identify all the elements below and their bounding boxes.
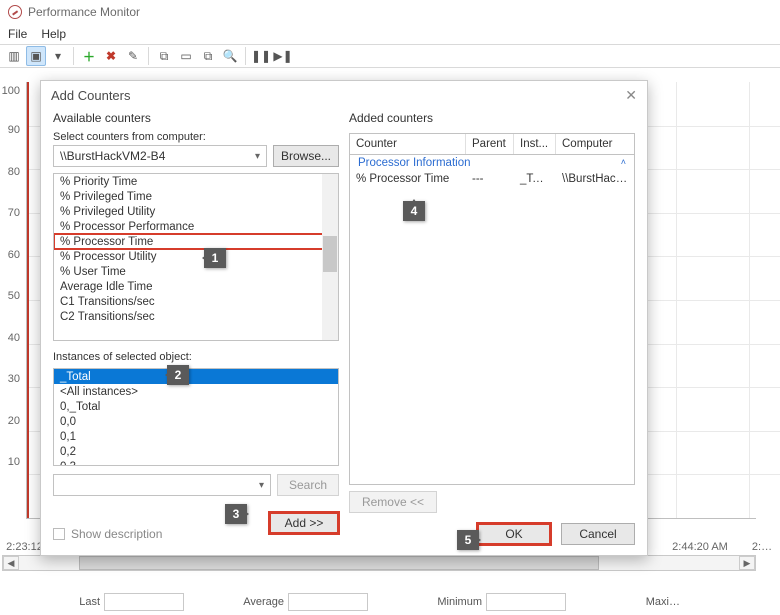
counter-item[interactable]: % User Time xyxy=(54,264,338,279)
search-button[interactable]: Search xyxy=(277,474,339,496)
col-computer[interactable]: Computer xyxy=(556,134,634,154)
instances-listbox[interactable]: _Total <All instances> 0,_Total 0,0 0,1 … xyxy=(53,368,339,466)
callout-2: 2 xyxy=(167,365,189,385)
step-icon[interactable]: ▶❚ xyxy=(273,46,293,66)
counter-item[interactable]: % Processor Utility xyxy=(54,249,338,264)
app-icon xyxy=(8,5,22,19)
tool-view-icon[interactable]: ▥ xyxy=(4,46,24,66)
copy-icon[interactable]: ⧉ xyxy=(154,46,174,66)
paste-icon[interactable]: ▭ xyxy=(176,46,196,66)
added-list[interactable]: Processor Information˄ % Processor Time … xyxy=(349,154,635,485)
instance-item-selected[interactable]: _Total xyxy=(54,369,338,384)
browse-button[interactable]: Browse... xyxy=(273,145,339,167)
counter-item[interactable]: % Priority Time xyxy=(54,174,338,189)
dialog-footer: Show description OK Cancel xyxy=(53,523,635,545)
col-counter[interactable]: Counter xyxy=(350,134,466,154)
computer-combo[interactable]: \\BurstHackVM2-B4 xyxy=(53,145,267,167)
scroll-left-icon[interactable]: ◀ xyxy=(3,556,19,570)
instance-item[interactable]: <All instances> xyxy=(54,384,338,399)
added-label: Added counters xyxy=(349,111,635,125)
highlight-icon[interactable]: ✎ xyxy=(123,46,143,66)
x-tick-mid: 2:44:20 AM xyxy=(672,541,728,553)
added-pane: Added counters Counter Parent Inst... Co… xyxy=(349,109,635,534)
delete-counter-icon[interactable]: ✖ xyxy=(101,46,121,66)
pause-icon[interactable]: ❚❚ xyxy=(251,46,271,66)
instance-item[interactable]: 0,2 xyxy=(54,444,338,459)
counter-item[interactable]: % Privileged Utility xyxy=(54,204,338,219)
checkbox-icon[interactable] xyxy=(53,528,65,540)
counter-group[interactable]: Processor Information˄ xyxy=(350,155,634,171)
show-description-checkbox[interactable]: Show description xyxy=(53,527,162,541)
counters-scrollbar[interactable] xyxy=(322,174,338,340)
counter-item[interactable]: % Privileged Time xyxy=(54,189,338,204)
menu-help[interactable]: Help xyxy=(41,27,66,41)
counters-listbox[interactable]: % Priority Time % Privileged Time % Priv… xyxy=(53,173,339,341)
callout-3: 3 xyxy=(225,504,247,524)
added-columns: Counter Parent Inst... Computer xyxy=(349,133,635,154)
zoom-icon[interactable]: 🔍 xyxy=(220,46,240,66)
select-from-label: Select counters from computer: xyxy=(53,131,339,143)
available-label: Available counters xyxy=(53,111,339,125)
dialog-title: Add Counters xyxy=(51,88,131,103)
instance-item[interactable]: 0,0 xyxy=(54,414,338,429)
titlebar: Performance Monitor xyxy=(0,0,780,24)
callout-4: 4 xyxy=(403,201,425,221)
remove-button[interactable]: Remove << xyxy=(349,491,437,513)
dialog-titlebar: Add Counters ✕ xyxy=(41,81,647,109)
callout-1: 1 xyxy=(204,248,226,268)
instance-item[interactable]: 0,3 xyxy=(54,459,338,466)
tool-dropdown-icon[interactable]: ▾ xyxy=(48,46,68,66)
counter-item[interactable]: Average Idle Time xyxy=(54,279,338,294)
properties-icon[interactable]: ⧉ xyxy=(198,46,218,66)
window-title: Performance Monitor xyxy=(28,5,140,19)
y-axis: 100 90 80 70 60 50 40 30 20 10 xyxy=(0,82,24,519)
added-row[interactable]: % Processor Time --- _Total \\BurstHackV… xyxy=(350,171,634,187)
instance-search-combo[interactable] xyxy=(53,474,271,496)
col-parent[interactable]: Parent xyxy=(466,134,514,154)
instance-item[interactable]: 0,_Total xyxy=(54,399,338,414)
counter-item[interactable]: C2 Transitions/sec xyxy=(54,309,338,324)
counter-item[interactable]: % Processor Performance xyxy=(54,219,338,234)
tool-chart-icon[interactable]: ▣ xyxy=(26,46,46,66)
stats-bar: Last Average Minimum Maxi… xyxy=(40,589,760,615)
scroll-thumb[interactable] xyxy=(79,556,599,570)
counter-item[interactable]: C1 Transitions/sec xyxy=(54,294,338,309)
scroll-right-icon[interactable]: ▶ xyxy=(739,556,755,570)
x-tick-right: 2:… xyxy=(752,541,772,553)
chevron-up-icon: ˄ xyxy=(621,157,626,169)
counter-item-selected[interactable]: % Processor Time xyxy=(54,234,338,249)
col-inst[interactable]: Inst... xyxy=(514,134,556,154)
toolbar: ▥ ▣ ▾ ＋ ✖ ✎ ⧉ ▭ ⧉ 🔍 ❚❚ ▶❚ xyxy=(0,44,780,68)
callout-5: 5 xyxy=(457,530,479,550)
cursor-line xyxy=(27,82,29,518)
close-icon[interactable]: ✕ xyxy=(625,87,637,104)
menu-file[interactable]: File xyxy=(8,27,27,41)
add-counter-icon[interactable]: ＋ xyxy=(79,46,99,66)
ok-button[interactable]: OK xyxy=(477,523,551,545)
add-counters-dialog: Add Counters ✕ Available counters Select… xyxy=(40,80,648,556)
menubar: File Help xyxy=(0,24,780,44)
cancel-button[interactable]: Cancel xyxy=(561,523,635,545)
instances-label: Instances of selected object: xyxy=(53,351,339,363)
available-pane: Available counters Select counters from … xyxy=(53,109,339,534)
instance-item[interactable]: 0,1 xyxy=(54,429,338,444)
h-scrollbar[interactable]: ◀ ▶ xyxy=(2,555,756,571)
